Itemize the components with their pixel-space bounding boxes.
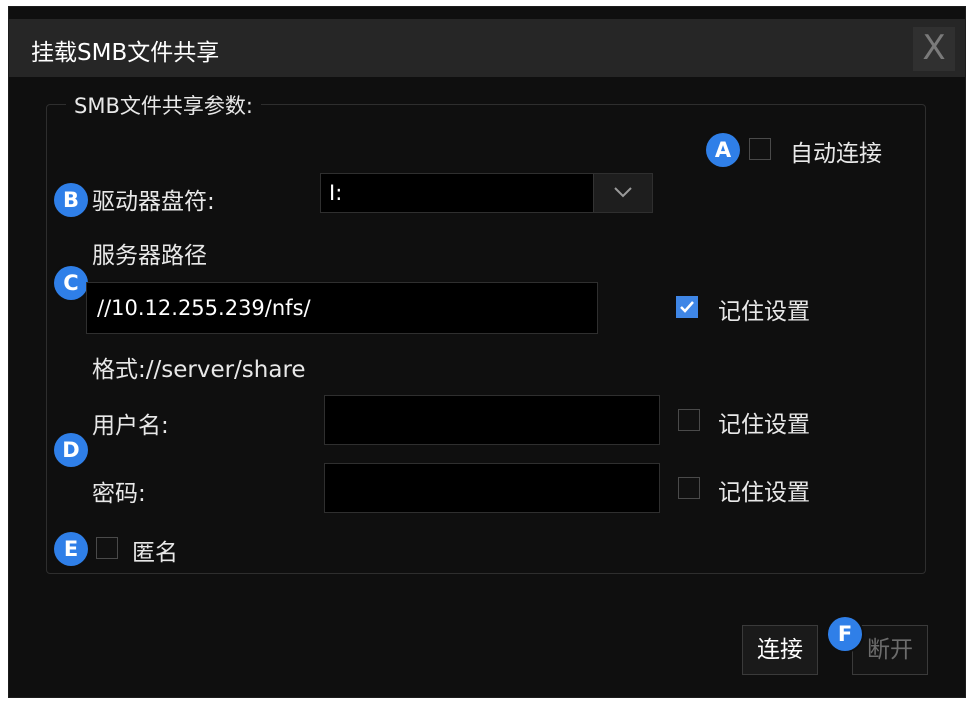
auto-connect-checkbox[interactable] — [749, 138, 771, 160]
remember-username-checkbox[interactable] — [678, 409, 700, 431]
annotation-badge-e: E — [54, 532, 88, 566]
format-hint: 格式://server/share — [92, 357, 306, 383]
annotation-badge-c: C — [54, 266, 88, 300]
server-path-value: //10.12.255.239/nfs/ — [97, 296, 311, 320]
server-path-input[interactable]: //10.12.255.239/nfs/ — [86, 282, 598, 334]
check-icon — [680, 301, 694, 313]
auto-connect-label: 自动连接 — [790, 141, 882, 167]
drive-letter-value: I: — [329, 181, 343, 205]
drive-letter-select[interactable]: I: — [320, 173, 653, 213]
drive-letter-label: 驱动器盘符: — [92, 189, 215, 215]
annotation-badge-b: B — [54, 183, 88, 217]
remember-server-checkbox[interactable] — [676, 296, 698, 318]
dropdown-button[interactable] — [593, 174, 652, 212]
password-label: 密码: — [92, 481, 146, 507]
annotation-badge-a: A — [706, 133, 740, 167]
server-path-label: 服务器路径 — [92, 243, 207, 269]
annotation-badge-d: D — [54, 433, 88, 467]
remember-password-checkbox[interactable] — [678, 477, 700, 499]
remember-password-label: 记住设置 — [718, 480, 810, 506]
group-title: SMB文件共享参数: — [66, 90, 261, 120]
remember-username-label: 记住设置 — [718, 412, 810, 438]
anonymous-label: 匿名 — [132, 540, 178, 566]
annotation-badge-f: F — [828, 617, 862, 651]
username-input[interactable] — [324, 395, 660, 445]
close-button[interactable]: X — [913, 27, 955, 71]
password-input[interactable] — [324, 463, 660, 513]
anonymous-checkbox[interactable] — [96, 537, 118, 559]
dialog-title: 挂载SMB文件共享 — [31, 40, 220, 66]
connect-button[interactable]: 连接 — [742, 625, 818, 675]
disconnect-button[interactable]: 断开 — [852, 625, 928, 675]
chevron-down-icon — [614, 187, 632, 198]
remember-server-label: 记住设置 — [718, 299, 810, 325]
username-label: 用户名: — [92, 413, 169, 439]
title-bar: 挂载SMB文件共享 X — [9, 19, 965, 77]
